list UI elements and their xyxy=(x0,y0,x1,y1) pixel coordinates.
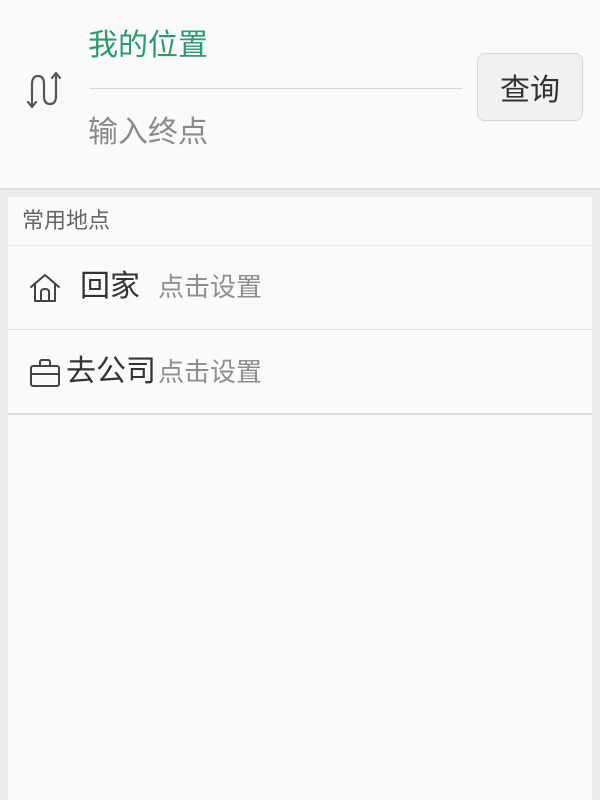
origin-field[interactable]: 我的位置 xyxy=(88,26,208,66)
route-input-panel: 我的位置 输入终点 查询 xyxy=(0,0,600,190)
empty-content-area xyxy=(8,417,592,800)
home-icon xyxy=(28,272,62,304)
place-label: 回家 xyxy=(80,269,140,304)
section-title: 常用地点 xyxy=(22,209,111,234)
common-places-card: 常用地点 回家 点击设置 去公司 点击设置 xyxy=(8,197,592,800)
place-row-work[interactable]: 去公司 点击设置 xyxy=(8,331,592,415)
place-hint: 点击设置 xyxy=(158,273,263,303)
swap-route-icon[interactable] xyxy=(26,71,64,109)
place-label: 去公司 xyxy=(66,354,156,389)
briefcase-icon xyxy=(28,357,62,389)
place-row-home[interactable]: 回家 点击设置 xyxy=(8,246,592,330)
field-divider xyxy=(90,88,462,89)
place-hint: 点击设置 xyxy=(158,358,263,388)
destination-input[interactable]: 输入终点 xyxy=(88,113,208,153)
query-button[interactable]: 查询 xyxy=(477,53,583,121)
section-header: 常用地点 xyxy=(8,197,592,246)
